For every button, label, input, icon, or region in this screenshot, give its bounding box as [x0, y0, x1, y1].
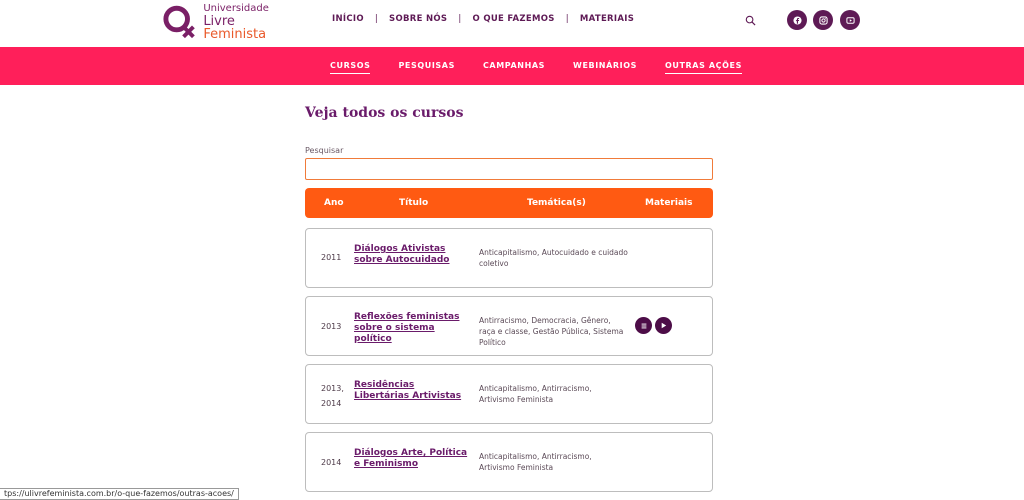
site-logo[interactable]: Universidade Livre Feminista: [160, 2, 300, 42]
row-themes: Antirracismo, Democracia, Gênero, raça e…: [479, 316, 624, 347]
row-themes: Anticapitalismo, Autocuidado e cuidado c…: [479, 248, 628, 268]
subnav-item-cursos[interactable]: CURSOS: [330, 61, 371, 74]
row-materials: [635, 317, 675, 334]
row-year: 2011: [321, 253, 342, 262]
row-year: 2014: [321, 458, 342, 467]
table-header: Ano Título Temática(s) Materiais: [305, 188, 713, 218]
main-nav: INÍCIO | SOBRE NÓS | O QUE FAZEMOS | MAT…: [332, 14, 634, 24]
table-row: 2014 Diálogos Arte, Política e Feminismo…: [305, 432, 713, 492]
nav-separator: |: [374, 14, 379, 24]
logo-line2b: Feminista: [203, 26, 267, 42]
search-label: Pesquisar: [305, 146, 344, 155]
header-tematicas[interactable]: Temática(s): [527, 198, 586, 208]
row-year: 2013, 2014: [321, 384, 344, 408]
header-ano[interactable]: Ano: [324, 198, 344, 208]
play-icon[interactable]: [655, 317, 672, 334]
nav-item-sobre-nos[interactable]: SOBRE NÓS: [389, 14, 447, 24]
search-icon[interactable]: [745, 15, 756, 26]
list-icon[interactable]: [635, 317, 652, 334]
row-themes: Anticapitalismo, Antirracismo, Artivismo…: [479, 384, 592, 404]
subnav-item-outras-acoes[interactable]: OUTRAS AÇÕES: [664, 61, 742, 74]
row-themes: Anticapitalismo, Antirracismo, Artivismo…: [479, 452, 592, 472]
sub-nav-bar: CURSOS PESQUISAS CAMPANHAS WEBINÁRIOS OU…: [0, 47, 1024, 85]
top-bar: Universidade Livre Feminista INÍCIO | SO…: [0, 0, 1024, 47]
nav-item-materiais[interactable]: MATERIAIS: [580, 14, 634, 24]
subnav-item-pesquisas[interactable]: PESQUISAS: [398, 61, 454, 70]
header-materiais[interactable]: Materiais: [645, 198, 692, 208]
nav-item-o-que-fazemos[interactable]: O QUE FAZEMOS: [473, 14, 555, 24]
page-title: Veja todos os cursos: [305, 105, 464, 121]
search-input[interactable]: [305, 158, 713, 180]
row-title-link[interactable]: Residências Libertárias Artivistas: [354, 380, 472, 402]
table-row: 2013, 2014 Residências Libertárias Artiv…: [305, 364, 713, 424]
facebook-icon[interactable]: [787, 10, 807, 30]
nav-item-inicio[interactable]: INÍCIO: [332, 14, 364, 24]
row-title-link[interactable]: Diálogos Arte, Política e Feminismo: [354, 448, 472, 470]
youtube-icon[interactable]: [840, 10, 860, 30]
row-year: 2013: [321, 322, 342, 331]
subnav-item-campanhas[interactable]: CAMPANHAS: [483, 61, 545, 70]
table-row: 2013 Reflexões feministas sobre o sistem…: [305, 296, 713, 356]
row-title-link[interactable]: Reflexões feministas sobre o sistema pol…: [354, 312, 472, 345]
nav-separator: |: [565, 14, 569, 24]
instagram-icon[interactable]: [813, 10, 833, 30]
nav-separator: |: [458, 14, 462, 24]
table-row: 2011 Diálogos Ativistas sobre Autocuidad…: [305, 228, 713, 288]
subnav-item-webinarios[interactable]: WEBINÁRIOS: [573, 61, 637, 70]
row-title-link[interactable]: Diálogos Ativistas sobre Autocuidado: [354, 244, 472, 266]
logo-icon: [163, 5, 195, 39]
status-url: tps://ulivrefeminista.com.br/o-que-fazem…: [0, 488, 239, 500]
logo-line1: Universidade: [203, 2, 269, 14]
header-titulo[interactable]: Título: [399, 198, 428, 208]
